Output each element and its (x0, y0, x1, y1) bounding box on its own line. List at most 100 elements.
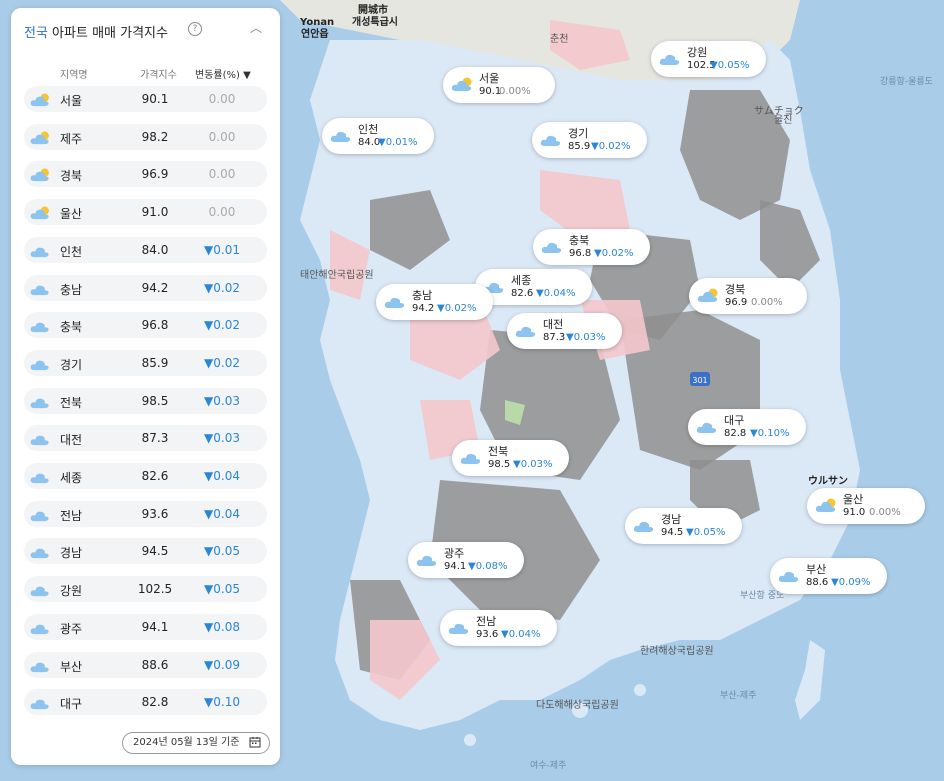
weather-icon (29, 507, 53, 521)
cloud-icon (30, 435, 49, 446)
weather-icon (29, 658, 53, 672)
map-pin[interactable]: 경남 94.5 ▼0.05% (625, 508, 742, 544)
pin-region-name: 경기 (568, 127, 589, 140)
map-pin[interactable]: 서울 90.1 0.00% (443, 67, 555, 103)
column-header-region[interactable]: 지역명 (60, 66, 88, 81)
map-label-kaesong-kr: 개성특급시 (352, 17, 398, 28)
map-label-ulsan: ウルサン (808, 476, 848, 487)
region-row[interactable]: 경북 96.9 0.00 (24, 161, 267, 188)
chevron-up-icon[interactable]: ︿ (249, 19, 263, 35)
pin-change-rate: ▼0.09% (831, 577, 871, 588)
map-pin[interactable]: 대구 82.8 ▼0.10% (688, 409, 806, 445)
region-row[interactable]: 인천 84.0 ▼0.01 (24, 236, 267, 263)
cloud-icon (541, 242, 562, 253)
price-index: 82.6 (141, 469, 169, 483)
region-row[interactable]: 세종 82.6 ▼0.04 (24, 463, 267, 489)
weather-icon (29, 431, 53, 446)
region-row[interactable]: 부산 88.6 ▼0.09 (24, 651, 267, 678)
region-row[interactable]: 전북 98.5 ▼0.03 (24, 387, 267, 414)
pin-change-rate: ▼0.01% (378, 137, 418, 148)
region-name: 광주 (60, 621, 83, 636)
change-rate: 0.00 (208, 167, 236, 182)
cloud-icon (696, 422, 717, 433)
help-icon[interactable]: ? (188, 22, 202, 36)
region-row[interactable]: 충북 96.8 ▼0.02 (24, 312, 267, 339)
price-index: 94.5 (141, 544, 169, 559)
column-header-index[interactable]: 가격지수 (140, 66, 177, 81)
region-row[interactable]: 강원 102.5 ▼0.05 (24, 576, 267, 603)
price-index: 98.5 (141, 393, 169, 408)
cloud-icon (30, 322, 49, 333)
map-pin[interactable]: 강원 102.5 ▼0.05% (651, 41, 766, 77)
column-header-change[interactable]: 변동률(%) ▼ (195, 66, 251, 81)
change-rate: ▼0.03 (204, 431, 240, 446)
region-row[interactable]: 광주 94.1 ▼0.08 (24, 613, 267, 640)
change-rate: ▼0.09 (204, 657, 240, 672)
map-pin[interactable]: 충남 94.2 ▼0.02% (376, 284, 493, 320)
map-pin[interactable]: 충북 96.8 ▼0.02% (533, 229, 650, 265)
price-index: 91.0 (141, 205, 169, 220)
cloud-icon (30, 511, 49, 521)
region-row[interactable]: 제주 98.2 0.00 (24, 123, 267, 150)
pin-region-name: 충북 (569, 234, 590, 247)
region-row[interactable]: 대구 82.8 ▼0.10 (24, 689, 267, 716)
map-pin[interactable]: 인천 84.0 ▼0.01% (322, 118, 434, 154)
pin-change-rate: ▼0.03% (513, 459, 553, 470)
pin-region-name: 강원 (687, 46, 708, 59)
map-pin[interactable]: 울산 91.0 0.00% (807, 488, 925, 524)
pin-price-index: 84.0 (358, 137, 381, 148)
partly-sunny-icon (697, 288, 718, 302)
pin-change-rate: ▼0.02% (594, 248, 634, 259)
region-row[interactable]: 충남 94.2 ▼0.02 (24, 274, 267, 301)
region-name: 충남 (60, 282, 83, 297)
map-label-yonan: Yonan (300, 17, 335, 28)
map-label-hallyeo: 한려해상국립공원 (640, 646, 714, 657)
price-index: 98.2 (141, 129, 169, 144)
partly-sunny-icon (451, 77, 472, 91)
pin-change-rate: ▼0.05% (710, 60, 750, 71)
pin-region-name: 서울 (479, 72, 500, 85)
cloud-icon (30, 247, 49, 257)
partly-sunny-icon (30, 93, 49, 107)
region-name: 대구 (60, 697, 83, 712)
region-row[interactable]: 경남 94.5 ▼0.05 (24, 538, 267, 565)
pin-region-name: 경북 (725, 283, 746, 296)
pin-weather-icon (778, 568, 802, 583)
pin-weather-icon (384, 294, 408, 309)
calendar-icon (249, 737, 261, 748)
map-pin[interactable]: 부산 88.6 ▼0.09% (770, 558, 887, 594)
map-pin[interactable]: 경북 96.9 0.00% (689, 278, 807, 314)
region-name: 인천 (60, 244, 83, 259)
region-row[interactable]: 대전 87.3 ▼0.03 (24, 425, 267, 452)
price-index: 93.6 (141, 506, 169, 521)
region-row[interactable]: 전남 93.6 ▼0.04 (24, 500, 267, 527)
map-pin[interactable]: 전남 93.6 ▼0.04% (440, 610, 557, 646)
pin-change-rate: ▼0.05% (686, 527, 726, 538)
pin-region-name: 충남 (412, 289, 433, 302)
pin-change-rate: ▼0.02% (437, 303, 477, 314)
date-selector[interactable]: 2024년 05월 13일 기준 (122, 732, 270, 754)
change-rate: 0.00 (208, 129, 236, 144)
svg-text:301: 301 (692, 376, 707, 385)
pin-price-index: 82.6 (511, 288, 534, 299)
price-index: 88.6 (141, 657, 169, 672)
date-text: 2024년 05월 13일 기준 (133, 737, 240, 748)
pin-price-index: 85.9 (568, 141, 591, 152)
map-pin[interactable]: 전북 98.5 ▼0.03% (452, 440, 569, 476)
pin-region-name: 울산 (843, 493, 864, 506)
pin-weather-icon (540, 132, 564, 147)
map-pin[interactable]: 대전 87.3 ▼0.03% (507, 313, 622, 349)
map-pin[interactable]: 광주 94.1 ▼0.08% (408, 542, 524, 578)
region-name: 서울 (60, 94, 83, 108)
change-rate: 0.00 (208, 92, 236, 106)
price-index: 94.2 (141, 280, 169, 295)
change-rate: ▼0.01 (204, 242, 240, 257)
pin-change-rate: 0.00% (869, 507, 901, 518)
weather-icon (29, 205, 53, 220)
map-pin[interactable]: 경기 85.9 ▼0.02% (532, 122, 647, 158)
region-row[interactable]: 울산 91.0 0.00 (24, 199, 267, 226)
cloud-icon (30, 398, 49, 408)
pin-region-name: 부산 (806, 563, 827, 576)
region-row[interactable]: 경기 85.9 ▼0.02 (24, 349, 267, 376)
region-row[interactable]: 서울 90.1 0.00 (24, 86, 267, 112)
